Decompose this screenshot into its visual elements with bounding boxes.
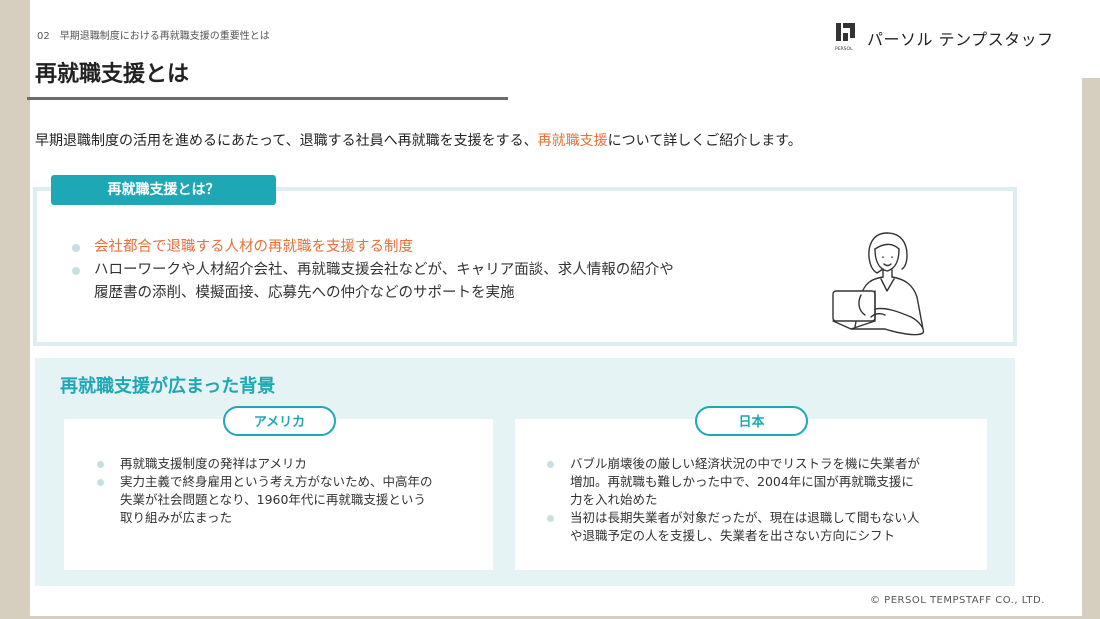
copyright: © PERSOL TEMPSTAFF CO., LTD. [870, 595, 1045, 606]
definition-tab-label: 再就職支援とは？ [51, 175, 276, 205]
page-title: 再就職支援とは [35, 62, 190, 87]
japan-list: バブル崩壊後の厳しい経済状況の中でリストラを機に失業者が 増加。再就職も難しかっ… [545, 455, 975, 545]
persol-logo-icon: PERSOL [835, 23, 855, 52]
list-item: 当初は長期失業者が対象だったが、現在は退職して間もない人 や退職予定の人を支援し… [545, 509, 975, 545]
background-title: 再就職支援が広まった背景 [60, 376, 276, 397]
list-item: 実力主義で終身雇用という考え方がないため、中高年の 失業が社会問題となり、196… [95, 473, 485, 527]
bullet-dot [547, 515, 554, 522]
list-item: バブル崩壊後の厳しい経済状況の中でリストラを機に失業者が 増加。再就職も難しかっ… [545, 455, 975, 509]
list-item-continuation: 履歴書の添削、模擬面接、応募先への仲介などのサポートを実施 [94, 285, 515, 301]
list-item: 再就職支援制度の発祥はアメリカ [95, 455, 485, 473]
definition-list: 会社都合で退職する人材の再就職を支援する制度 ハローワークや人材紹介会社、再就職… [72, 236, 772, 305]
bullet-dot [97, 461, 104, 468]
bullet-dot [97, 479, 104, 486]
bullet-dot [547, 461, 554, 468]
america-list: 再就職支援制度の発祥はアメリカ 実力主義で終身雇用という考え方がないため、中高年… [95, 455, 485, 527]
section-label: 02 早期退職制度における再就職支援の重要性とは [37, 31, 270, 42]
slide-edge [1082, 0, 1100, 78]
bullet-dot [72, 267, 80, 275]
intro-highlight: 再就職支援 [537, 133, 608, 149]
bullet-dot [72, 244, 80, 252]
svg-text:PERSOL: PERSOL [835, 46, 853, 52]
japan-label: 日本 [695, 406, 808, 436]
woman-with-laptop-illustration [832, 232, 925, 336]
logo-text: パーソル テンプスタッフ [867, 30, 1054, 49]
intro-text: 早期退職制度の活用を進めるにあたって、退職する社員へ再就職を支援をする、再就職支… [35, 133, 802, 149]
list-item: ハローワークや人材紹介会社、再就職支援会社などが、キャリア面談、求人情報の紹介や [72, 259, 772, 282]
list-item: 会社都合で退職する人材の再就職を支援する制度 [72, 236, 772, 259]
company-logo: PERSOL パーソル テンプスタッフ [835, 22, 1054, 52]
title-underline [27, 97, 508, 100]
america-label: アメリカ [223, 406, 336, 436]
